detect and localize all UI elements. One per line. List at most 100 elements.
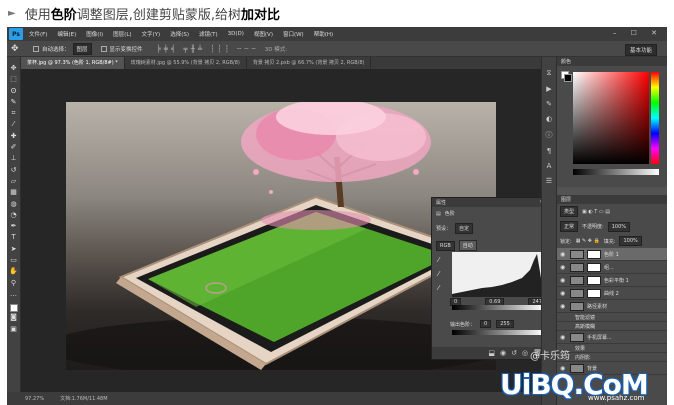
auto-button[interactable]: 自动 xyxy=(458,240,477,251)
output-white-field[interactable]: 255 xyxy=(496,320,514,328)
filter-icons[interactable]: ▣ ◐ T ▭ ▤ xyxy=(582,209,610,215)
layer-effect-row[interactable]: 内阴影 xyxy=(557,353,667,362)
menu-image[interactable]: 图像(I) xyxy=(86,30,103,38)
layer-row[interactable]: ◉ 色阶 1 xyxy=(557,248,667,261)
tab-document-3[interactable]: 背景 拷贝 2.psb @ 66.7% (背景 拷贝 2, RGB/8) xyxy=(247,57,372,69)
quick-mask-icon[interactable]: ◙ xyxy=(9,312,19,322)
crop-icon[interactable]: ⌗ xyxy=(9,108,19,118)
zoom-level[interactable]: 97.27% xyxy=(25,396,44,402)
menu-type[interactable]: 文字(Y) xyxy=(142,30,161,38)
tab-document-1[interactable]: 茶杯.jpg @ 97.3% (色阶 1, RGB/8#) * xyxy=(21,57,125,69)
properties-panel-icon[interactable]: ☰ xyxy=(546,177,552,185)
history-brush-icon[interactable]: ↺ xyxy=(9,165,19,175)
grayscale-ramp[interactable] xyxy=(573,169,659,175)
opacity-field[interactable]: 100% xyxy=(607,221,630,232)
output-label: 输出色阶： xyxy=(450,321,476,328)
adjustments-panel-icon[interactable]: ◐ xyxy=(546,115,552,123)
info-panel-icon[interactable]: ⓘ xyxy=(546,130,553,140)
actions-panel-icon[interactable]: ▶ xyxy=(546,85,551,93)
layer-row[interactable]: ◉ 组... xyxy=(557,261,667,274)
brush-icon[interactable]: ✐ xyxy=(9,142,19,152)
visibility-eye-icon[interactable]: ◉ xyxy=(560,277,567,284)
brush-panel-icon[interactable]: ✎ xyxy=(546,100,552,108)
white-eyedropper-icon[interactable]: ⁄ xyxy=(438,284,439,292)
lock-icons[interactable]: ▦ ✎ ✥ 🔒 xyxy=(576,238,600,244)
visibility-eye-icon[interactable]: ◉ xyxy=(560,334,567,341)
history-panel-icon[interactable]: ⧖ xyxy=(547,69,552,78)
blend-mode-dropdown[interactable]: 正常 xyxy=(560,221,579,232)
marquee-icon[interactable]: ⬚ xyxy=(9,74,19,84)
move-tool-icon[interactable]: ✥ xyxy=(11,44,21,54)
menu-file[interactable]: 文件(F) xyxy=(29,30,47,38)
layer-mask-thumbnail[interactable] xyxy=(587,288,601,298)
shape-icon[interactable]: ▭ xyxy=(9,255,19,265)
blur-icon[interactable]: ◍ xyxy=(9,199,19,209)
window-controls[interactable]: – ☐ ✕ xyxy=(613,29,663,37)
black-eyedropper-icon[interactable]: ⁄ xyxy=(438,256,439,264)
output-gradient-slider[interactable] xyxy=(452,330,544,335)
healing-brush-icon[interactable]: ✚ xyxy=(9,131,19,141)
layer-effect-row[interactable]: 效果 xyxy=(557,344,667,353)
fill-field[interactable]: 100% xyxy=(619,236,642,246)
gradient-icon[interactable]: ▦ xyxy=(9,187,19,197)
channel-dropdown[interactable]: RGB xyxy=(436,240,455,251)
layer-effect-row[interactable]: 智能滤镜 xyxy=(557,313,667,322)
eraser-icon[interactable]: ▱ xyxy=(9,176,19,186)
zoom-icon[interactable]: ⚲ xyxy=(9,278,19,288)
lasso-icon[interactable]: ʘ xyxy=(9,86,19,96)
path-select-icon[interactable]: ➤ xyxy=(9,244,19,254)
paragraph-panel-icon[interactable]: ¶ xyxy=(547,147,551,155)
screen-mode-icon[interactable]: ▣ xyxy=(9,324,19,334)
visibility-eye-icon[interactable]: ◉ xyxy=(560,264,567,271)
background-swatch[interactable] xyxy=(564,74,572,82)
view-previous-icon[interactable]: ◉ xyxy=(500,349,506,357)
menu-view[interactable]: 视图(V) xyxy=(254,30,273,38)
layer-row[interactable]: ◉ 色彩平衡 1 xyxy=(557,274,667,287)
pen-icon[interactable]: ✒ xyxy=(9,221,19,231)
menu-window[interactable]: 窗口(W) xyxy=(283,30,304,38)
visibility-eye-icon[interactable]: ◉ xyxy=(560,303,567,310)
input-gradient-slider[interactable] xyxy=(452,305,544,310)
clone-stamp-icon[interactable]: ⊥ xyxy=(9,153,19,163)
eyedropper-icon[interactable]: ⁄ xyxy=(9,119,19,129)
gray-eyedropper-icon[interactable]: ⁄ xyxy=(438,270,439,278)
layer-mask-thumbnail[interactable] xyxy=(587,275,601,285)
visibility-icon[interactable]: ◎ xyxy=(522,349,528,357)
more-tools-icon[interactable]: … xyxy=(9,289,19,299)
menu-edit[interactable]: 编辑(E) xyxy=(57,30,76,38)
menu-3d[interactable]: 3D(D) xyxy=(228,31,244,37)
move-icon[interactable]: ✥ xyxy=(9,63,19,73)
workspace-dropdown[interactable]: 基本功能 xyxy=(624,44,657,56)
show-transform-checkbox[interactable] xyxy=(100,45,107,52)
layer-row[interactable]: ◉ 曲线 2 xyxy=(557,287,667,300)
layer-mask-thumbnail[interactable] xyxy=(587,249,601,259)
visibility-eye-icon[interactable]: ◉ xyxy=(560,251,567,258)
menu-layer[interactable]: 图层(L) xyxy=(113,30,131,38)
preset-dropdown[interactable]: 自定 xyxy=(455,223,474,234)
tab-document-2[interactable]: 玫瑰树素材.jpg @ 55.9% (背景 拷贝 2, RGB/8) xyxy=(125,57,247,69)
hue-slider[interactable] xyxy=(651,72,659,164)
menu-help[interactable]: 帮助(H) xyxy=(314,30,333,38)
auto-select-checkbox[interactable] xyxy=(33,45,39,52)
layer-effect-row[interactable]: 高斯模糊 xyxy=(557,322,667,331)
hand-icon[interactable]: ✋ xyxy=(9,266,19,276)
output-black-field[interactable]: 0 xyxy=(480,320,492,328)
type-icon[interactable]: T xyxy=(9,232,19,242)
align-buttons-icon[interactable]: ╞╪╡ ╤╫╧ ┆┆┆ ┄┄┄ xyxy=(157,45,259,53)
menu-filter[interactable]: 滤镜(T) xyxy=(199,30,218,38)
layer-row[interactable]: ◉ 路径素材 xyxy=(557,300,667,313)
visibility-eye-icon[interactable]: ◉ xyxy=(560,290,567,297)
dodge-icon[interactable]: ◔ xyxy=(9,210,19,220)
color-picker-field[interactable] xyxy=(573,72,649,164)
reset-icon[interactable]: ↺ xyxy=(511,349,517,357)
layer-kind-dropdown[interactable]: 类型 xyxy=(560,206,579,217)
layer-row[interactable]: ◉ 手机屏幕... xyxy=(557,331,667,344)
menu-select[interactable]: 选择(S) xyxy=(170,30,189,38)
clip-to-layer-icon[interactable]: ⬓ xyxy=(488,349,495,357)
character-panel-icon[interactable]: A xyxy=(547,162,552,170)
foreground-color-swatch[interactable] xyxy=(9,304,18,313)
quick-select-icon[interactable]: ✎ xyxy=(9,97,19,107)
layer-mask-thumbnail[interactable] xyxy=(587,262,601,272)
auto-select-dropdown[interactable]: 图层 xyxy=(72,42,92,55)
canvas-area[interactable]: 属性 ≡ ▤ 色阶 预设： 自定 RGB 自动 ⁄ ⁄ ⁄ xyxy=(21,69,549,392)
